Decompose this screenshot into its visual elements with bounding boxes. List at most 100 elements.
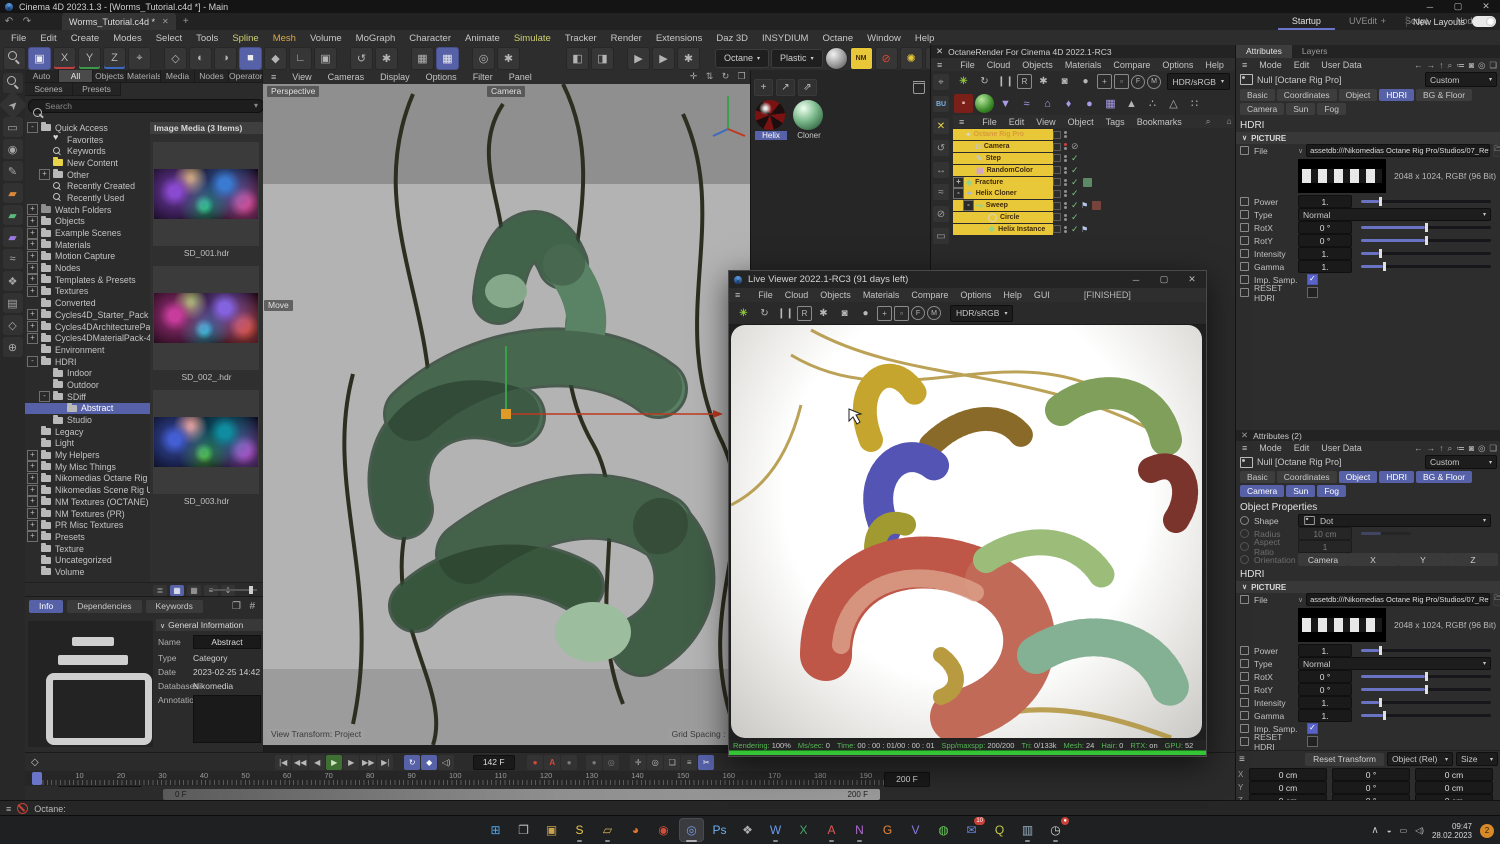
microphone-icon[interactable]: ◒ (1387, 826, 1392, 835)
toolbar-icon[interactable] (616, 48, 625, 69)
expander-icon[interactable]: + (27, 332, 38, 344)
octane-menu-item[interactable]: Cloud (981, 60, 1017, 70)
folder-browse-icon[interactable]: 🗁 (1493, 144, 1500, 157)
record-button[interactable]: ● (586, 754, 603, 770)
octane-material-icon[interactable]: △ (1164, 94, 1183, 113)
media-item[interactable]: SD_001.hdr (150, 142, 263, 258)
toolbar-icon[interactable]: ▦ (436, 46, 459, 70)
octane-material-icon[interactable]: ▦ (1101, 94, 1120, 113)
attributes-nav-icon[interactable]: ↑ (1439, 60, 1443, 71)
display-icon[interactable]: ▭ (1400, 826, 1408, 835)
menu-item[interactable]: Render (604, 33, 649, 44)
toolbar-icon[interactable]: ▦ (411, 46, 434, 70)
visibility-dots[interactable] (1064, 154, 1067, 162)
attributes-nav-icon[interactable]: ≔ (1456, 60, 1465, 71)
preview-range-bar[interactable]: 0 F 200 F (163, 789, 880, 800)
intensity-slider[interactable] (1361, 249, 1491, 258)
live-viewer-tool-icon[interactable]: R (797, 305, 812, 321)
taskbar-app-icon[interactable]: ◉ (651, 818, 676, 842)
material-item[interactable]: Helix (755, 100, 787, 140)
search-dropdown-icon[interactable]: ▾ (254, 101, 258, 110)
octane-material-icon[interactable]: ● (1080, 94, 1099, 113)
toolbar-icon[interactable]: ■ (239, 46, 262, 70)
octane-side-icon[interactable]: ≈ (933, 184, 949, 200)
close-icon[interactable]: ✕ (931, 46, 948, 57)
info-tab[interactable]: Keywords (145, 599, 203, 613)
side-tool-icon[interactable]: ❖ (2, 271, 23, 291)
attribute-tab[interactable]: BG & Floor (1416, 471, 1473, 483)
thumbnail-size-slider[interactable] (212, 586, 257, 594)
object-manager-menu-item[interactable]: Bookmarks (1131, 117, 1188, 127)
tree-item[interactable]: Favorites (25, 134, 150, 146)
copy-icon[interactable]: ❐ (232, 601, 241, 612)
expander-icon[interactable]: + (27, 449, 38, 461)
tab-layers[interactable]: Layers (1292, 45, 1338, 58)
maximize-button[interactable]: ▢ (1150, 274, 1178, 285)
object-tree-item[interactable]: ◯ Circle ✓ (953, 211, 1234, 224)
side-tool-icon[interactable] (2, 73, 23, 93)
viewport-menu-item[interactable]: Display (372, 72, 418, 82)
hamburger-icon[interactable]: ≡ (729, 290, 746, 300)
octane-tool-icon[interactable]: ↻ (975, 72, 994, 91)
tree-item[interactable]: Uncategorized (25, 554, 150, 566)
close-button[interactable]: ✕ (1472, 1, 1500, 12)
tree-item[interactable]: + Other (25, 169, 150, 181)
side-tool-icon[interactable]: ▭ (2, 117, 23, 137)
power-slider[interactable] (1361, 646, 1491, 655)
close-button[interactable]: ✕ (1178, 274, 1206, 285)
attributes-nav-icon[interactable]: ≔ (1456, 443, 1465, 454)
tree-item[interactable]: + Motion Capture (25, 250, 150, 263)
menu-item[interactable]: Daz 3D (709, 33, 755, 44)
toolbar-icon[interactable]: ✱ (677, 46, 700, 70)
viewport-menu-item[interactable]: Options (418, 72, 465, 82)
live-viewer-tool-icon[interactable]: ▫ (894, 305, 909, 321)
asset-tab[interactable]: All (59, 70, 93, 83)
visibility-dots[interactable] (1064, 143, 1067, 151)
tree-item[interactable]: + PR Misc Textures (25, 519, 150, 531)
menu-item[interactable]: Animate (458, 33, 507, 44)
hamburger-icon[interactable]: ≡ (1239, 754, 1245, 765)
octane-tool-icon[interactable]: R (1017, 74, 1032, 89)
object-manager-menu-item[interactable]: Edit (1003, 117, 1031, 127)
tree-item[interactable]: + Watch Folders (25, 204, 150, 216)
tree-item[interactable]: + Nikomedias Scene Rig Ulti (25, 484, 150, 496)
search-input[interactable]: Search (28, 99, 264, 117)
add-material-button[interactable]: + (754, 78, 773, 96)
timeline-mode-button[interactable]: ↻ (404, 754, 421, 770)
layer-square[interactable] (1053, 189, 1061, 198)
toolbar-icon[interactable]: Y (78, 46, 101, 70)
preset-dropdown[interactable]: Custom ▾ (1425, 455, 1497, 469)
hamburger-icon[interactable]: ≡ (931, 60, 948, 70)
menu-item[interactable]: Character (402, 33, 458, 44)
taskbar-app-icon[interactable]: ▱ (595, 818, 620, 842)
side-tool-icon[interactable]: ⊕ (2, 337, 23, 357)
live-viewer-menu-item[interactable]: Cloud (779, 290, 815, 300)
toolbar-icon[interactable]: X (53, 46, 76, 70)
visibility-dots[interactable] (1064, 166, 1067, 174)
side-tool-icon[interactable]: ▰ (2, 227, 23, 247)
attribute-tab[interactable]: Coordinates (1276, 471, 1337, 483)
type-dropdown[interactable]: Normal ▾ (1298, 208, 1491, 221)
expander-icon[interactable]: + (27, 274, 38, 286)
object-tree-item[interactable]: - ✦ Helix Cloner ✓ (953, 188, 1234, 200)
viewport-nav-icon[interactable]: ⇅ (703, 70, 716, 83)
taskbar-app-icon[interactable]: ◍ (931, 818, 956, 842)
expander-icon[interactable]: + (27, 250, 38, 262)
plugin-toolbar-icon[interactable]: NM (849, 46, 873, 70)
timeline-misc-button[interactable]: ≡ (681, 754, 698, 770)
record-button[interactable]: ● (561, 754, 578, 770)
file-path-field[interactable]: assetdb:///Nikomedias Octane Rig Pro/Stu… (1306, 593, 1491, 606)
media-item[interactable]: SD_002_.hdr (150, 266, 263, 382)
side-tool-icon[interactable]: ➤ (0, 90, 27, 120)
taskbar-app-icon[interactable]: X (791, 818, 816, 842)
expander-icon[interactable]: - (953, 188, 964, 200)
attributes-nav-icon[interactable]: ◙ (1469, 443, 1474, 454)
camera-label[interactable]: Camera (487, 86, 526, 97)
menu-item[interactable]: Octane (815, 33, 860, 44)
octane-tool-icon[interactable]: ● (1076, 72, 1095, 91)
asset-tab[interactable]: Auto (25, 70, 59, 83)
taskbar-app-icon[interactable]: A (819, 818, 844, 842)
material-item[interactable]: Cloner (793, 100, 825, 140)
hamburger-icon[interactable]: ≡ (953, 117, 970, 127)
asset-tab[interactable]: Presets (73, 83, 121, 96)
